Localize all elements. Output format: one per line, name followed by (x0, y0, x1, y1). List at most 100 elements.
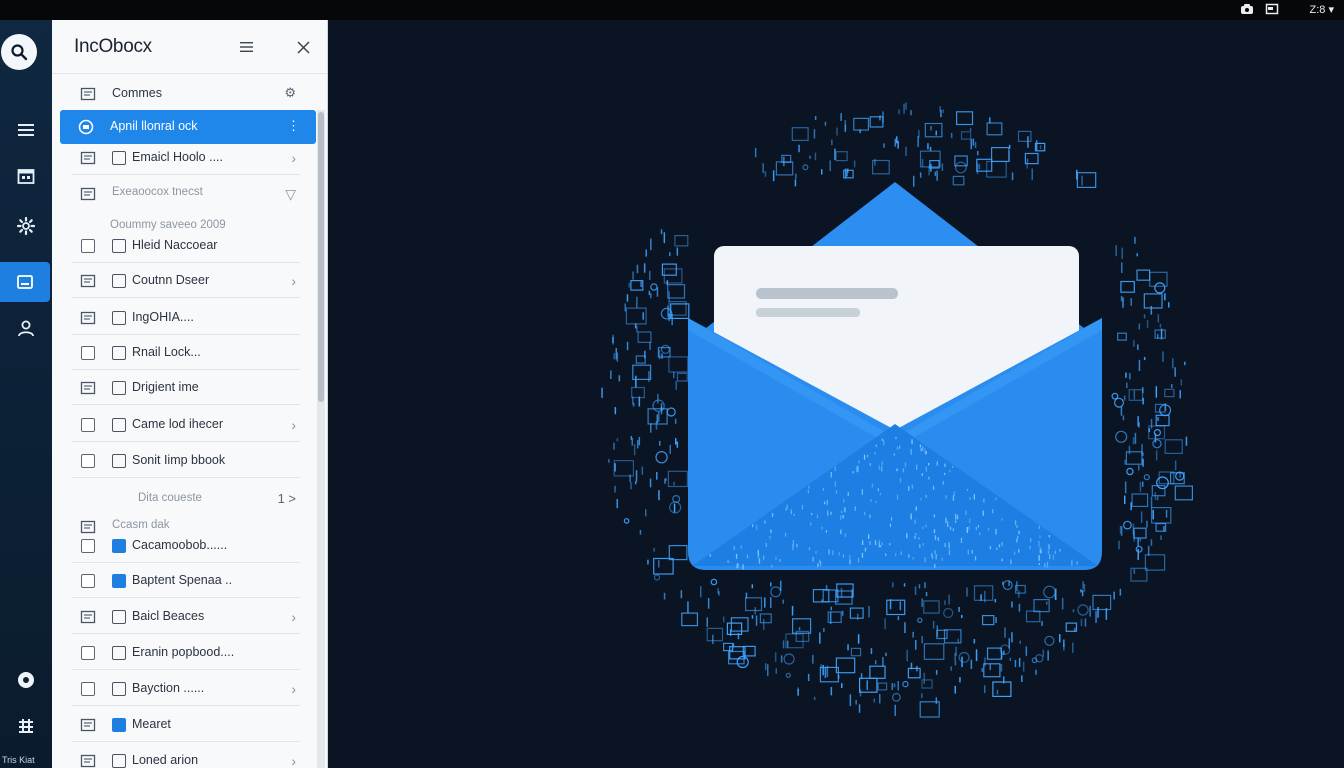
apps-nav-button[interactable] (4, 706, 48, 746)
people-nav-button[interactable] (4, 308, 48, 348)
row-label: IngOHIA.... (132, 310, 194, 324)
row-label: Baptent Spenaa .. (132, 573, 233, 587)
row-checkbox[interactable] (81, 346, 95, 360)
row-icon (80, 150, 96, 166)
chevron-right-icon[interactable]: › (291, 609, 296, 625)
list-item[interactable]: Mearet (72, 708, 300, 742)
page-title: IncObocx (74, 36, 152, 57)
row-checkbox[interactable] (81, 574, 95, 588)
calendar-icon (17, 169, 35, 184)
row-label: Bayction ...... (132, 681, 205, 695)
list-item[interactable]: Emaicl Hoolo .... › (72, 141, 300, 175)
list-item[interactable]: Bayction ...... › (72, 672, 300, 706)
row-trail[interactable]: 1 > (278, 491, 296, 506)
list-item[interactable]: Eranin popbood.... (72, 636, 300, 670)
row-label: Mearet (132, 717, 171, 731)
camera-icon[interactable] (1240, 2, 1254, 16)
account-label: Tris Kiat (2, 755, 35, 765)
inbox-panel: IncObocx Commes ⚙ Apnil llonral ock ⋮ Emaicl… (52, 20, 328, 768)
row-checkbox[interactable] (81, 539, 95, 553)
inbox-nav-button[interactable] (0, 262, 50, 302)
chevron-right-icon[interactable]: › (291, 753, 296, 768)
row-icon (80, 717, 96, 733)
panel-menu-button[interactable] (236, 36, 258, 58)
settings-icon[interactable]: ⚙ (284, 85, 296, 101)
message-icon (112, 682, 126, 696)
message-icon (112, 274, 126, 288)
list-item[interactable]: Drigient ime (72, 371, 300, 405)
message-icon (112, 151, 126, 165)
grid-icon (19, 719, 33, 733)
row-label: Loned arion (132, 753, 199, 767)
row-label: Apnil llonral ock (110, 119, 198, 133)
settings-nav-button[interactable] (4, 206, 48, 246)
window-icon[interactable] (1265, 2, 1279, 16)
status-nav-button[interactable] (4, 660, 48, 700)
list-item[interactable]: Hleid Naccoear (72, 229, 300, 263)
section-header[interactable]: Exeaoocox tnecst ▽ (72, 177, 300, 211)
gear-icon (16, 216, 36, 236)
message-icon (112, 539, 126, 553)
panel-header: IncObocx (52, 20, 327, 74)
close-icon (296, 40, 310, 54)
message-icon (112, 454, 126, 468)
chevron-right-icon[interactable]: › (291, 273, 296, 289)
list-item[interactable]: Rnail Lock... (72, 336, 300, 370)
mail-icon (78, 119, 94, 135)
row-icon (80, 186, 96, 202)
row-checkbox[interactable] (81, 682, 95, 696)
close-button[interactable] (292, 36, 314, 58)
message-icon (112, 311, 126, 325)
list-item[interactable]: Cacamoobob...... (72, 529, 300, 563)
menu-nav-button[interactable] (4, 110, 48, 150)
chevron-down-icon[interactable]: ▽ (285, 186, 296, 203)
message-icon (112, 418, 126, 432)
list-item[interactable]: Commes ⚙ (72, 77, 300, 111)
message-icon (112, 574, 126, 588)
clock-text[interactable]: Z:8 ▾ (1310, 3, 1334, 17)
row-label: Hleid Naccoear (132, 238, 218, 252)
row-checkbox[interactable] (81, 454, 95, 468)
row-icon (80, 380, 96, 396)
list-item[interactable]: Came lod ihecer › (72, 408, 300, 442)
row-label: Emaicl Hoolo .... (132, 150, 224, 164)
calendar-nav-button[interactable] (4, 156, 48, 196)
more-options-icon[interactable]: ⋮ (287, 118, 300, 134)
row-checkbox[interactable] (81, 646, 95, 660)
row-label: Came lod ihecer (132, 417, 224, 431)
chevron-right-icon[interactable]: › (291, 150, 296, 166)
search-button[interactable] (1, 34, 37, 70)
row-checkbox[interactable] (81, 418, 95, 432)
hero-illustration (328, 20, 1344, 768)
message-icon (112, 718, 126, 732)
row-icon (80, 753, 96, 768)
hamburger-icon (240, 42, 253, 52)
list-item[interactable]: Baicl Beaces › (72, 600, 300, 634)
list-item[interactable]: Loned arion › (72, 744, 300, 768)
scrollbar-thumb[interactable] (318, 112, 324, 402)
row-icon (80, 273, 96, 289)
circle-icon (18, 672, 34, 688)
message-icon (112, 239, 126, 253)
person-icon (18, 320, 34, 337)
row-label: Rnail Lock... (132, 345, 201, 359)
inbox-icon (17, 275, 33, 289)
row-icon (80, 310, 96, 326)
row-label: Baicl Beaces (132, 609, 205, 623)
list-item[interactable]: Coutnn Dseer › (72, 264, 300, 298)
list-item[interactable]: Sonit Iimp bbook (72, 444, 300, 478)
system-top-bar: Z:8 ▾ (0, 0, 1344, 20)
message-icon (112, 610, 126, 624)
message-icon (112, 346, 126, 360)
chevron-right-icon[interactable]: › (291, 417, 296, 433)
message-icon (112, 754, 126, 768)
hamburger-icon (18, 124, 34, 136)
search-icon (11, 44, 28, 61)
chevron-right-icon[interactable]: › (291, 681, 296, 697)
row-checkbox[interactable] (81, 239, 95, 253)
list-item[interactable]: Baptent Spenaa .. (72, 564, 300, 598)
list-item[interactable]: IngOHIA.... (72, 301, 300, 335)
row-label: Coutnn Dseer (132, 273, 210, 287)
selected-message-row[interactable]: Apnil llonral ock ⋮ (60, 110, 316, 144)
row-icon (80, 86, 96, 102)
